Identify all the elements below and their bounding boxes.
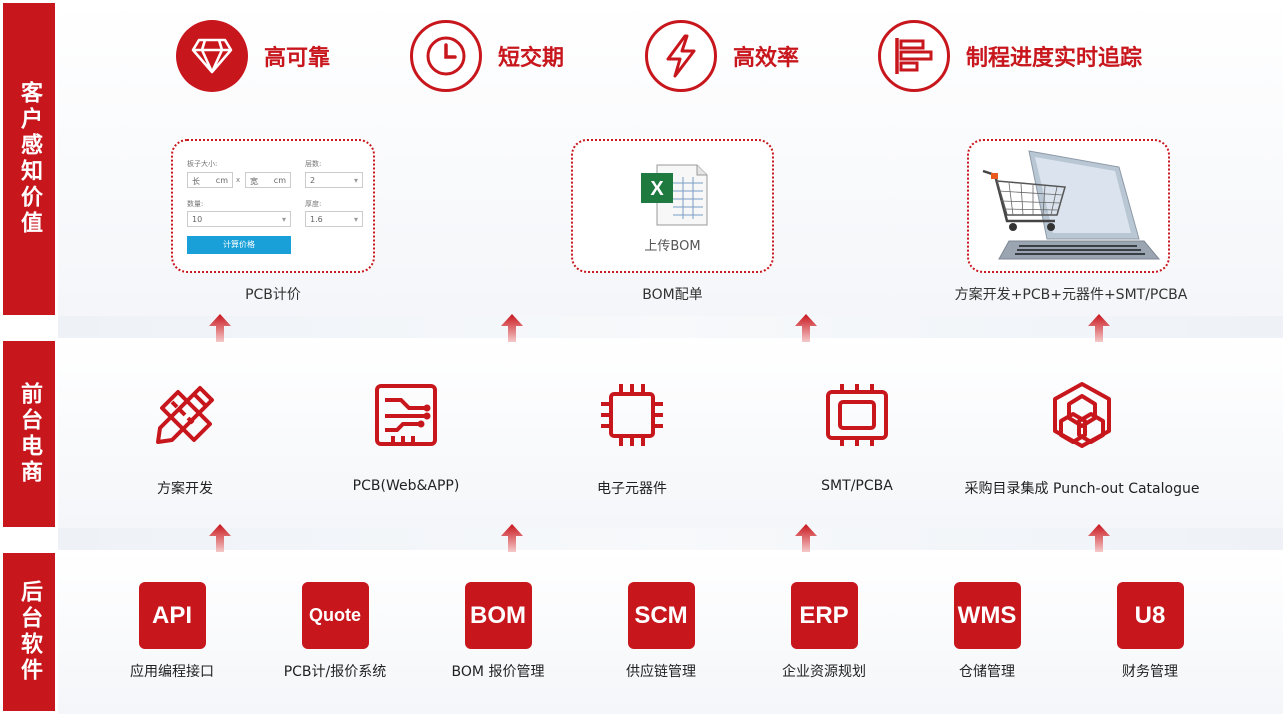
pcb-quote-caption: PCB计价	[245, 287, 301, 303]
svg-text:X: X	[650, 178, 664, 200]
quote-badge: Quote	[301, 582, 369, 649]
smt-module-icon	[826, 384, 888, 446]
frontend-label: 采购目录集成 Punch-out Catalogue	[964, 481, 1200, 497]
backend-label: BOM 报价管理	[451, 664, 545, 680]
backend-item-api[interactable]: API 应用编程接口	[102, 582, 242, 681]
frontend-label: PCB(Web&APP)	[352, 478, 460, 494]
qty-label: 数量:	[187, 200, 204, 208]
layers-label: 层数:	[305, 160, 322, 168]
solution-card[interactable]	[967, 139, 1170, 273]
frontend-item-pcb[interactable]: PCB(Web&APP)	[336, 380, 476, 494]
scm-badge: SCM	[627, 582, 695, 649]
backend-label: 应用编程接口	[130, 664, 214, 680]
chevron-down-icon: ▾	[353, 215, 358, 224]
up-arrow-icon	[1088, 524, 1110, 552]
pcb-quote-card[interactable]: 板子大小: 层数: 长 cm x 宽 cm 2 ▾ 数量: 厚度: 10 ▾ 1.6 ▾ …	[171, 139, 375, 273]
frontend-item-solution-dev[interactable]: 方案开发	[115, 380, 255, 498]
up-arrow-icon	[795, 524, 817, 552]
band-frontend: 前台电商	[3, 341, 55, 527]
times-sign: x	[236, 176, 241, 184]
frontend-label: 方案开发	[157, 481, 213, 497]
backend-item-wms[interactable]: WMS 仓储管理	[917, 582, 1057, 681]
excel-file-icon: X	[641, 164, 708, 226]
backend-item-u8[interactable]: U8 财务管理	[1080, 582, 1220, 681]
chip-icon	[601, 384, 663, 446]
value-item-progress-tracking: 制程进度实时追踪	[878, 20, 1142, 92]
up-arrow-icon	[209, 524, 231, 552]
backend-item-quote[interactable]: Quote PCB计/报价系统	[265, 582, 405, 681]
clock-icon	[410, 20, 482, 92]
backend-label: 财务管理	[1122, 664, 1178, 680]
band-customer-value: 客户感知价值	[3, 3, 55, 315]
backend-item-bom[interactable]: BOM BOM 报价管理	[428, 582, 568, 681]
bom-caption: BOM配单	[642, 287, 703, 303]
up-arrow-icon	[501, 524, 523, 552]
band-frontend-label: 前台电商	[17, 382, 42, 486]
value-label: 制程进度实时追踪	[966, 46, 1143, 71]
length-input[interactable]: 长 cm	[187, 172, 233, 188]
lightning-icon	[645, 20, 717, 92]
upload-bom-label: 上传BOM	[644, 239, 701, 254]
band-backend: 后台软件	[3, 553, 55, 711]
progress-bars-icon	[878, 20, 950, 92]
up-arrow-icon	[209, 314, 231, 342]
chevron-down-icon: ▾	[281, 215, 286, 224]
size-label: 板子大小:	[187, 160, 218, 168]
calculate-price-button[interactable]: 计算价格	[187, 236, 291, 254]
thickness-select[interactable]: 1.6 ▾	[305, 211, 363, 227]
frontend-label: SMT/PCBA	[821, 478, 893, 494]
diamond-icon	[176, 20, 248, 92]
laptop-cart-icon	[982, 150, 1161, 260]
wms-badge: WMS	[953, 582, 1021, 649]
frontend-item-punchout[interactable]: 采购目录集成 Punch-out Catalogue	[950, 380, 1214, 498]
erp-badge: ERP	[790, 582, 858, 649]
backend-item-erp[interactable]: ERP 企业资源规划	[754, 582, 894, 681]
backend-label: 企业资源规划	[782, 664, 866, 680]
bom-upload-card[interactable]: X 上传BOM	[571, 139, 774, 273]
value-label: 高可靠	[264, 46, 331, 71]
chevron-down-icon: ▾	[353, 176, 358, 185]
hexagon-network-icon	[1053, 382, 1111, 448]
up-arrow-icon	[501, 314, 523, 342]
u8-badge: U8	[1116, 582, 1184, 649]
backend-label: PCB计/报价系统	[283, 664, 387, 680]
backend-label: 仓储管理	[959, 664, 1015, 680]
backend-label: 供应链管理	[626, 664, 696, 680]
ruler-pencil-icon	[156, 386, 214, 444]
solution-caption: 方案开发+PCB+元器件+SMT/PCBA	[954, 287, 1188, 303]
width-input[interactable]: 宽 cm	[245, 172, 291, 188]
frontend-item-smt-pcba[interactable]: SMT/PCBA	[787, 380, 927, 494]
backend-item-scm[interactable]: SCM 供应链管理	[591, 582, 731, 681]
value-item-reliability: 高可靠	[176, 20, 330, 92]
value-item-efficiency: 高效率	[645, 20, 799, 92]
value-label: 短交期	[498, 46, 565, 71]
up-arrow-icon	[1088, 314, 1110, 342]
circuit-board-icon	[375, 384, 437, 446]
bom-badge: BOM	[464, 582, 532, 649]
band-customer-label: 客户感知价值	[17, 81, 42, 237]
band-backend-label: 后台软件	[17, 580, 42, 684]
layers-select[interactable]: 2 ▾	[305, 172, 363, 188]
value-item-short-lead-time: 短交期	[410, 20, 564, 92]
api-badge: API	[138, 582, 206, 649]
qty-select[interactable]: 10 ▾	[187, 211, 291, 227]
value-label: 高效率	[733, 46, 800, 71]
frontend-label: 电子元器件	[597, 481, 667, 497]
frontend-item-components[interactable]: 电子元器件	[562, 380, 702, 498]
thickness-label: 厚度:	[305, 200, 322, 208]
up-arrow-icon	[795, 314, 817, 342]
